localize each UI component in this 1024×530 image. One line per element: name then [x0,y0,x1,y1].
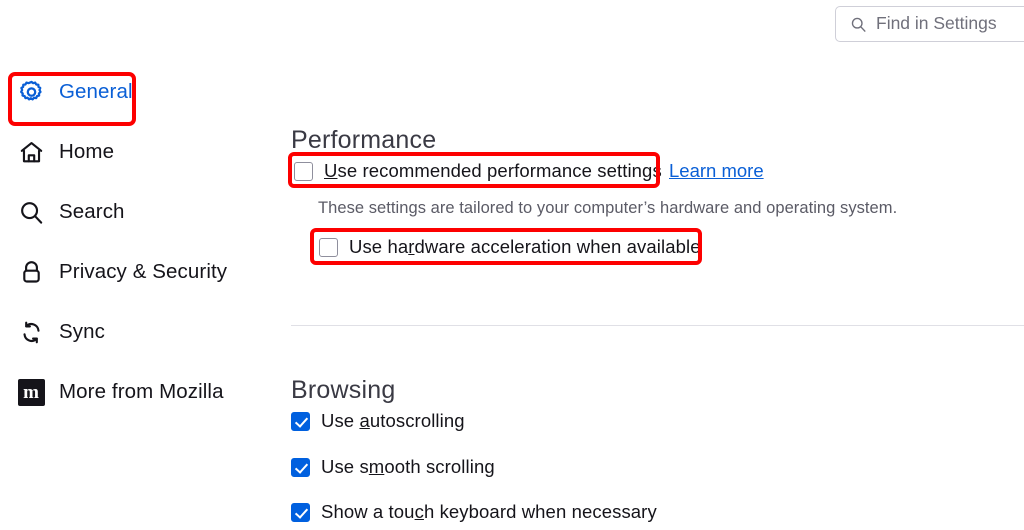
label-part-before: Show a tou [321,501,415,522]
checkbox-label-autoscrolling: Use autoscrolling [321,410,465,432]
section-heading-performance: Performance [291,125,437,154]
checkbox-autoscrolling[interactable] [291,411,310,431]
sidebar-item-home[interactable]: Home [0,132,285,172]
section-divider [291,325,1024,326]
sidebar-item-privacy-security[interactable]: Privacy & Security [0,252,285,292]
settings-sidebar: General Home Search Privacy & Security S… [0,72,285,432]
label-part-after: se recommended performance settings [337,160,662,181]
label-part-before: Use s [321,456,369,477]
sidebar-item-label: Search [59,200,125,223]
sidebar-item-label: More from Mozilla [59,380,224,403]
label-accesskey: a [359,410,370,431]
label-part-before: Use ha [349,236,409,257]
sidebar-item-label: General [59,80,133,103]
checkbox-row-touch-keyboard[interactable]: Show a touch keyboard when necessary [291,501,657,523]
label-part-after: h keyboard when necessary [423,501,657,522]
checkbox-hardware-acceleration[interactable] [319,237,338,257]
home-icon [17,138,45,166]
sidebar-item-more-from-mozilla[interactable]: m More from Mozilla [0,372,285,412]
search-icon [17,198,45,226]
checkbox-smooth-scrolling[interactable] [291,457,310,477]
firefox-settings-window: Find in Settings General Home Search Pri… [0,0,1024,530]
checkbox-row-recommended-performance[interactable]: Use recommended performance settings [294,160,662,182]
sidebar-item-label: Home [59,140,115,163]
label-part-after: dware acceleration when available [414,236,701,257]
label-accesskey: c [414,501,424,522]
label-part-before: Use [321,410,360,431]
sidebar-item-search[interactable]: Search [0,192,285,232]
checkbox-label-touch-keyboard: Show a touch keyboard when necessary [321,501,657,523]
label-part-after: ooth scrolling [384,456,495,477]
checkbox-row-smooth-scrolling[interactable]: Use smooth scrolling [291,456,495,478]
checkbox-label-recommended-performance: Use recommended performance settings [324,160,662,182]
checkbox-label-smooth-scrolling: Use smooth scrolling [321,456,495,478]
mozilla-m-glyph: m [17,378,45,406]
label-accesskey: m [368,456,385,477]
checkbox-row-hardware-acceleration[interactable]: Use hardware acceleration when available [319,236,701,258]
settings-content-pane: Performance Use recommended performance … [288,0,1024,530]
sidebar-item-label: Privacy & Security [59,260,228,283]
gear-icon [17,78,45,106]
performance-description: These settings are tailored to your comp… [318,199,898,217]
learn-more-link[interactable]: Learn more [669,160,764,182]
checkbox-label-hardware-acceleration: Use hardware acceleration when available [349,236,701,258]
lock-icon [17,258,45,286]
checkbox-recommended-performance[interactable] [294,161,313,181]
sync-icon [17,318,45,346]
sidebar-item-general[interactable]: General [0,72,285,112]
mozilla-m-icon: m [17,378,45,406]
label-accesskey: U [324,160,338,181]
sidebar-item-label: Sync [59,320,105,343]
checkbox-touch-keyboard[interactable] [291,502,310,522]
section-heading-browsing: Browsing [291,375,396,404]
checkbox-row-autoscrolling[interactable]: Use autoscrolling [291,410,465,432]
label-part-after: utoscrolling [369,410,465,431]
sidebar-item-sync[interactable]: Sync [0,312,285,352]
